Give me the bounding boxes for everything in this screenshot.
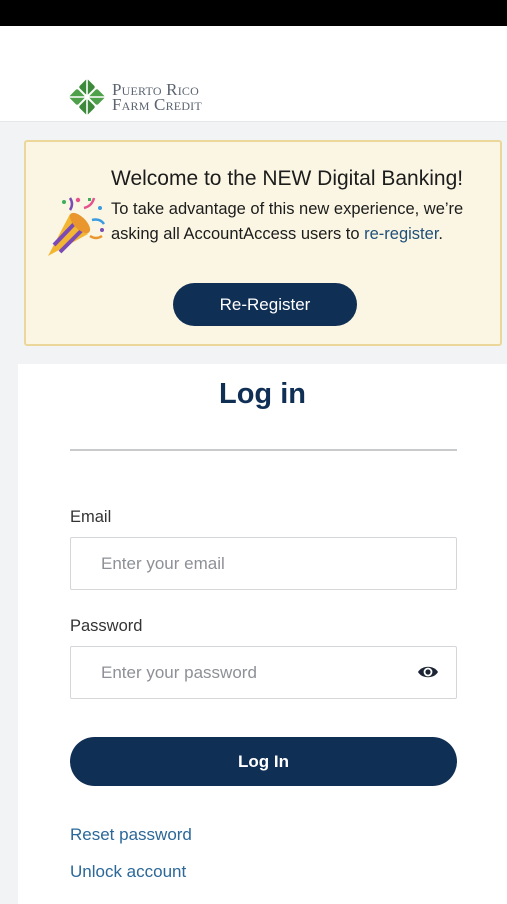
banner-message: To take advantage of this new experience… — [111, 197, 481, 247]
login-button[interactable]: Log In — [70, 737, 457, 786]
unlock-account-link[interactable]: Unlock account — [70, 862, 186, 882]
password-field[interactable] — [70, 646, 457, 699]
leaf-logo-icon — [69, 79, 105, 115]
app-header: Puerto Rico Farm Credit — [0, 26, 507, 122]
email-field[interactable] — [70, 537, 457, 590]
title-divider — [70, 449, 457, 451]
eye-icon[interactable] — [417, 662, 439, 682]
reregister-button[interactable]: Re-Register — [173, 283, 357, 326]
login-card: Log in Email Password Log In Reset passw… — [18, 364, 507, 904]
banner-message-end: . — [438, 225, 443, 243]
brand-name-line2: Farm Credit — [112, 95, 202, 114]
reregister-link[interactable]: re-register — [364, 225, 438, 243]
password-label: Password — [70, 617, 143, 635]
status-bar — [0, 0, 507, 26]
email-label: Email — [70, 508, 112, 526]
party-popper-icon — [48, 197, 106, 256]
brand-name: Puerto Rico Farm Credit — [112, 81, 202, 114]
login-title: Log in — [219, 378, 306, 410]
welcome-banner: Welcome to the NEW Digital Banking! To t… — [24, 140, 502, 346]
brand-logo[interactable]: Puerto Rico Farm Credit — [64, 74, 202, 120]
banner-title: Welcome to the NEW Digital Banking! — [111, 167, 464, 190]
reset-password-link[interactable]: Reset password — [70, 825, 192, 845]
